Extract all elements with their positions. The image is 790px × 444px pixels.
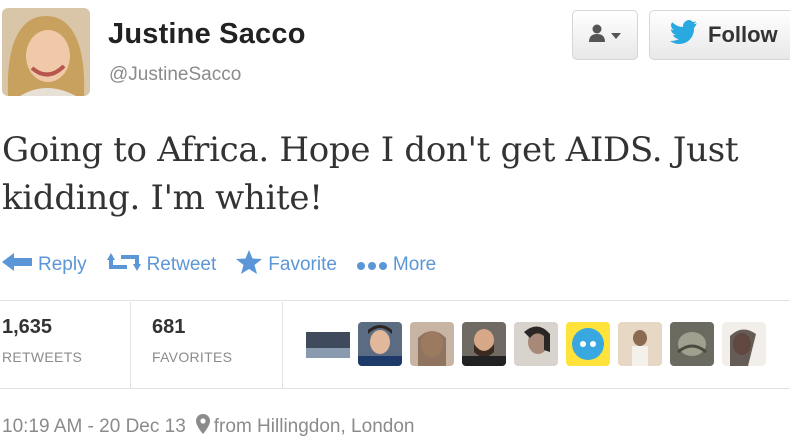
caret-down-icon xyxy=(611,26,621,44)
reply-action[interactable]: Reply xyxy=(2,253,87,277)
favoriter-avatar[interactable] xyxy=(722,322,766,366)
favoriter-avatar[interactable] xyxy=(306,322,350,366)
person-icon xyxy=(589,24,605,47)
twitter-bird-icon xyxy=(670,20,698,50)
favorite-action[interactable]: Favorite xyxy=(236,250,337,280)
retweets-count: 1,635 xyxy=(2,316,53,338)
favoriter-avatar[interactable] xyxy=(670,322,714,366)
favorites-stat[interactable]: 681 FAVORITES xyxy=(152,316,232,365)
stat-separator xyxy=(130,302,131,388)
favoriter-avatar[interactable] xyxy=(462,322,506,366)
tweet-location[interactable]: from Hillingdon, London xyxy=(195,414,415,440)
stats-top-divider xyxy=(0,300,790,301)
favoriter-avatar[interactable] xyxy=(514,322,558,366)
stat-separator xyxy=(282,302,283,388)
username-handle[interactable]: @JustineSacco xyxy=(109,64,241,86)
favoriter-avatars xyxy=(306,322,766,366)
stats-bottom-divider xyxy=(0,388,790,389)
display-name[interactable]: Justine Sacco xyxy=(108,18,306,51)
location-label: from Hillingdon, London xyxy=(213,416,415,437)
tweet-text: Going to Africa. Hope I don't get AIDS. … xyxy=(2,130,739,218)
favorite-label: Favorite xyxy=(268,254,337,275)
favoriter-avatar[interactable] xyxy=(618,322,662,366)
more-action[interactable]: More xyxy=(356,254,437,276)
tweet-timestamp[interactable]: 10:19 AM - 20 Dec 13 xyxy=(2,416,186,438)
retweet-icon xyxy=(106,251,141,279)
favoriter-avatar[interactable] xyxy=(410,322,454,366)
favoriter-avatar[interactable] xyxy=(566,322,610,366)
tweet-meta: 10:19 AM - 20 Dec 13 from Hillingdon, Lo… xyxy=(2,414,414,440)
star-icon xyxy=(236,250,263,280)
reply-label: Reply xyxy=(38,254,87,275)
favoriter-avatar[interactable] xyxy=(358,322,402,366)
retweet-action[interactable]: Retweet xyxy=(106,251,217,279)
tweet-actions: Reply Retweet Favorite More xyxy=(2,250,456,280)
reply-icon xyxy=(2,253,32,277)
favorites-count: 681 xyxy=(152,316,186,338)
retweets-stat[interactable]: 1,635 RETWEETS xyxy=(2,316,82,365)
follow-button[interactable]: Follow xyxy=(649,10,790,60)
location-pin-icon xyxy=(195,414,210,440)
retweet-label: Retweet xyxy=(146,254,217,275)
retweets-label: RETWEETS xyxy=(2,349,83,365)
more-label: More xyxy=(392,254,437,275)
user-actions-dropdown[interactable] xyxy=(572,10,638,60)
favorites-label: FAVORITES xyxy=(152,349,233,365)
follow-label: Follow xyxy=(708,22,778,47)
profile-avatar[interactable] xyxy=(2,8,90,96)
more-dots-icon xyxy=(356,254,387,276)
